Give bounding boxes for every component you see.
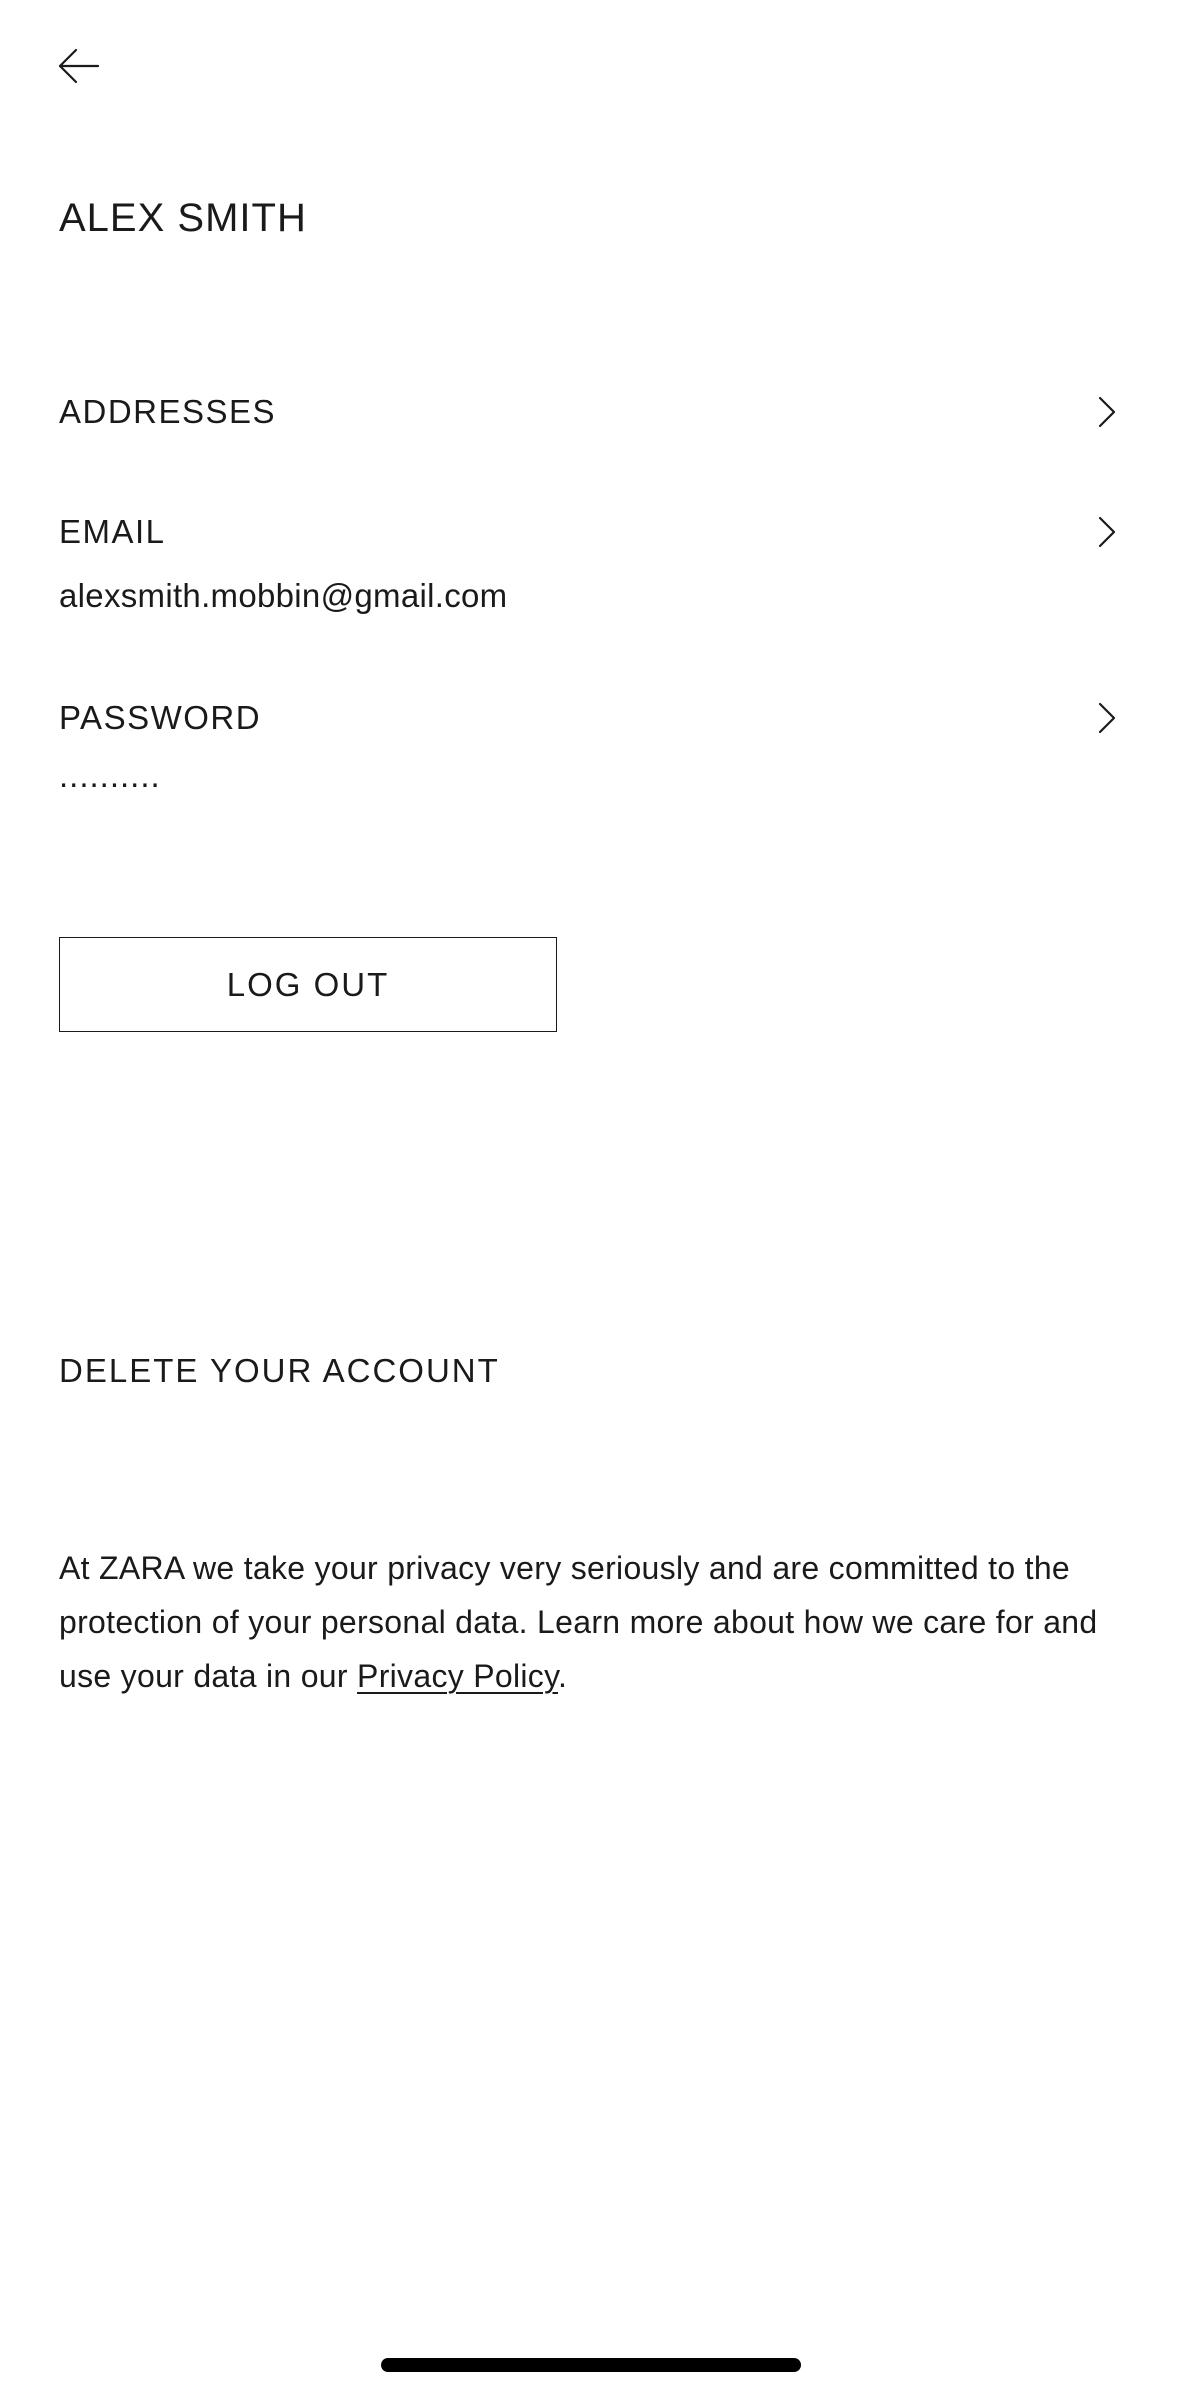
back-button[interactable]: [48, 36, 108, 96]
privacy-text-body: At ZARA we take your privacy very seriou…: [59, 1550, 1098, 1694]
chevron-right-icon: [1098, 702, 1116, 734]
email-value: alexsmith.mobbin@gmail.com: [59, 577, 508, 614]
chevron-right-icon: [1098, 396, 1116, 428]
email-label: EMAIL: [59, 513, 166, 550]
logout-button[interactable]: LOG OUT: [59, 937, 557, 1032]
delete-account-link[interactable]: DELETE YOUR ACCOUNT: [59, 1352, 500, 1390]
privacy-text-end: .: [558, 1658, 568, 1694]
email-row[interactable]: EMAIL alexsmith.mobbin@gmail.com: [59, 512, 1120, 622]
addresses-row[interactable]: ADDRESSES: [59, 392, 1120, 452]
arrow-left-icon: [58, 48, 100, 84]
chevron-right-icon: [1098, 516, 1116, 548]
home-indicator[interactable]: [381, 2358, 801, 2372]
privacy-notice: At ZARA we take your privacy very seriou…: [59, 1541, 1129, 1703]
addresses-label: ADDRESSES: [59, 393, 277, 430]
account-name: ALEX SMITH: [59, 196, 307, 240]
password-masked-value: ..........: [59, 757, 161, 794]
password-row[interactable]: PASSWORD ..........: [59, 698, 1120, 798]
privacy-policy-link[interactable]: Privacy Policy: [357, 1658, 558, 1694]
password-label: PASSWORD: [59, 699, 262, 736]
